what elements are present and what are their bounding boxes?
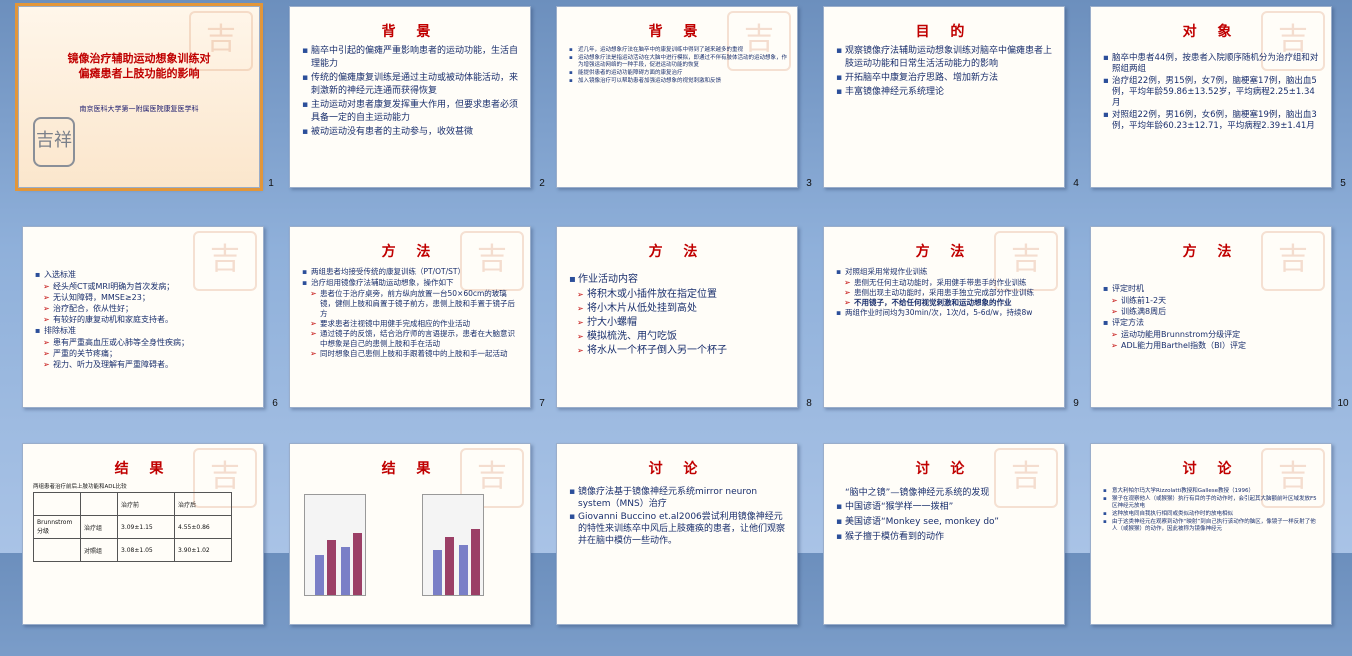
slide-title: 目 的 — [915, 24, 973, 40]
slide-thumbnail-12[interactable]: 吉 结 果 — [289, 443, 555, 656]
slide-body: 对照组采用常规作业训练 患侧无任何主动功能时，采用健手带患手的作业训练 患侧出现… — [836, 267, 1054, 319]
slide-title: 结 果 — [114, 461, 172, 477]
bar-chart-thumbnail — [422, 494, 484, 596]
chart-bar — [353, 533, 362, 595]
slide-14[interactable]: 吉 讨 论 “脑中之镜”—镜像神经元系统的发现 中国谚语“猴学样一一拨相” 美国… — [823, 443, 1065, 625]
slide-1[interactable]: 吉 镜像治疗辅助运动想象训练对 偏瘫患者上肢功能的影响 南京医科大学第一附属医院… — [15, 3, 263, 191]
slide-title: 镜像治疗辅助运动想象训练对 偏瘫患者上肢功能的影响 — [67, 52, 211, 80]
slide-number: 6 — [272, 398, 278, 409]
affiliation: 南京医科大学第一附属医院康复医学科 — [79, 105, 199, 113]
slide-thumbnail-2[interactable]: 背 景 脑卒中引起的偏瘫严重影响患者的运动功能，生活自理能力 传统的偏瘫康复训练… — [289, 6, 555, 219]
slide-body: 镜像疗法基于镜像神经元系统mirror neuron system（MNS）治疗… — [569, 486, 787, 548]
slide-number: 3 — [806, 178, 812, 189]
slide-thumbnail-6[interactable]: 吉 入选标准 经头颅CT或MRI明确为首次发病； 无认知障碍，MMSE≥23； … — [22, 226, 288, 439]
slide-title: 讨 论 — [1182, 461, 1240, 477]
slide-8[interactable]: 方 法 作业活动内容 将积木或小插件放在指定位置 将小木片从低处挂到高处 拧大小… — [556, 226, 798, 408]
chart-bar — [433, 550, 442, 595]
slide-title: 结 果 — [381, 461, 439, 477]
slide-title: 讨 论 — [915, 461, 973, 477]
slide-9[interactable]: 吉 方 法 对照组采用常规作业训练 患侧无任何主动功能时，采用健手带患手的作业训… — [823, 226, 1065, 408]
slide-number: 10 — [1337, 398, 1349, 409]
bar-chart-thumbnail — [304, 494, 366, 596]
chart-bar — [471, 529, 480, 595]
slide-thumbnail-7[interactable]: 吉 方 法 两组患者均接受传统的康复训练（PT/OT/ST） 治疗组用镜像疗法辅… — [289, 226, 555, 439]
slide-thumbnail-11[interactable]: 吉 结 果 两组患者治疗前后上肢功能和ADL比较 治疗前 治疗后 Brunnstr… — [22, 443, 288, 656]
slide-4[interactable]: 目 的 观察镜像疗法辅助运动想象训练对脑卒中偏瘫患者上肢运动功能和日常生活活动能… — [823, 6, 1065, 188]
slide-6[interactable]: 吉 入选标准 经头颅CT或MRI明确为首次发病； 无认知障碍，MMSE≥23； … — [22, 226, 264, 408]
slide-number: 9 — [1073, 398, 1079, 409]
slide-title: 方 法 — [1182, 244, 1240, 260]
slide-number: 2 — [539, 178, 545, 189]
slide-thumbnail-13[interactable]: 讨 论 镜像疗法基于镜像神经元系统mirror neuron system（MN… — [556, 443, 822, 656]
slide-number: 1 — [268, 178, 274, 189]
slide-thumbnail-15[interactable]: 吉 讨 论 意大利帕尔玛大学Rizzolatti教授和Gallese教授（199… — [1090, 443, 1352, 656]
slide-thumbnail-8[interactable]: 方 法 作业活动内容 将积木或小插件放在指定位置 将小木片从低处挂到高处 拧大小… — [556, 226, 822, 439]
slide-title: 方 法 — [915, 244, 973, 260]
chart-bar — [445, 537, 454, 595]
slide-body: 意大利帕尔玛大学Rizzolatti教授和Gallese教授（1996） 猴子在… — [1103, 488, 1321, 534]
chart-bar — [315, 555, 324, 595]
slide-body: 脑卒中患者44例，按患者入院顺序随机分为治疗组和对照组两组 治疗组22例，男15… — [1103, 53, 1321, 133]
slide-10[interactable]: 吉 方 法 评定时机 训练前1-2天 训练满8周后 评定方法 运动功能用Brun… — [1090, 226, 1332, 408]
slide-number: 5 — [1340, 178, 1346, 189]
slide-title: 方 法 — [381, 244, 439, 260]
slide-3[interactable]: 吉 背 景 近几年，运动想象疗法在脑卒中的康复训练中得到了越来越多的重视 运动想… — [556, 6, 798, 188]
slide-13[interactable]: 讨 论 镜像疗法基于镜像神经元系统mirror neuron system（MN… — [556, 443, 798, 625]
slide-thumbnail-14[interactable]: 吉 讨 论 “脑中之镜”—镜像神经元系统的发现 中国谚语“猴学样一一拨相” 美国… — [823, 443, 1089, 656]
slide-body: 评定时机 训练前1-2天 训练满8周后 评定方法 运动功能用Brunnstrom… — [1103, 283, 1321, 351]
seal-logo: 吉祥 — [33, 117, 75, 167]
slide-body: 两组患者均接受传统的康复训练（PT/OT/ST） 治疗组用镜像疗法辅助运动想象，… — [302, 267, 520, 359]
results-table: 治疗前 治疗后 Brunnstrom分级 治疗组 3.09±1.15 4.55±0.86… — [33, 492, 232, 562]
slide-number: 7 — [539, 398, 545, 409]
slide-thumbnail-5[interactable]: 吉 对 象 脑卒中患者44例，按患者入院顺序随机分为治疗组和对照组两组 治疗组2… — [1090, 6, 1352, 219]
slide-15[interactable]: 吉 讨 论 意大利帕尔玛大学Rizzolatti教授和Gallese教授（199… — [1090, 443, 1332, 625]
slide-thumbnail-4[interactable]: 目 的 观察镜像疗法辅助运动想象训练对脑卒中偏瘫患者上肢运动功能和日常生活活动能… — [823, 6, 1089, 219]
slide-title: 对 象 — [1182, 24, 1240, 40]
slide-body: 观察镜像疗法辅助运动想象训练对脑卒中偏瘫患者上肢运动功能和日常生活活动能力的影响… — [836, 45, 1054, 100]
slide-body: 作业活动内容 将积木或小插件放在指定位置 将小木片从低处挂到高处 拧大小螺帽 模… — [569, 273, 787, 358]
slide-body: 入选标准 经头颅CT或MRI明确为首次发病； 无认知障碍，MMSE≥23； 治疗… — [35, 269, 253, 370]
table-caption: 两组患者治疗前后上肢功能和ADL比较 — [33, 484, 127, 490]
slide-title: 背 景 — [381, 24, 439, 40]
slide-number: 8 — [806, 398, 812, 409]
slide-11[interactable]: 吉 结 果 两组患者治疗前后上肢功能和ADL比较 治疗前 治疗后 Brunnstr… — [22, 443, 264, 625]
slide-body: “脑中之镜”—镜像神经元系统的发现 中国谚语“猴学样一一拨相” 美国谚语“Mon… — [836, 486, 1054, 545]
slide-5[interactable]: 吉 对 象 脑卒中患者44例，按患者入院顺序随机分为治疗组和对照组两组 治疗组2… — [1090, 6, 1332, 188]
slide-2[interactable]: 背 景 脑卒中引起的偏瘫严重影响患者的运动功能，生活自理能力 传统的偏瘫康复训练… — [289, 6, 531, 188]
slide-thumbnail-3[interactable]: 吉 背 景 近几年，运动想象疗法在脑卒中的康复训练中得到了越来越多的重视 运动想… — [556, 6, 822, 219]
chart-bar — [327, 540, 336, 595]
slide-title: 讨 论 — [648, 461, 706, 477]
slide-number: 4 — [1073, 178, 1079, 189]
slide-title: 背 景 — [648, 24, 706, 40]
slide-7[interactable]: 吉 方 法 两组患者均接受传统的康复训练（PT/OT/ST） 治疗组用镜像疗法辅… — [289, 226, 531, 408]
slide-title: 方 法 — [648, 244, 706, 260]
chart-bar — [341, 547, 350, 595]
slide-thumbnail-10[interactable]: 吉 方 法 评定时机 训练前1-2天 训练满8周后 评定方法 运动功能用Brun… — [1090, 226, 1352, 439]
slide-thumbnail-9[interactable]: 吉 方 法 对照组采用常规作业训练 患侧无任何主动功能时，采用健手带患手的作业训… — [823, 226, 1089, 439]
slide-12[interactable]: 吉 结 果 — [289, 443, 531, 625]
slide-body: 脑卒中引起的偏瘫严重影响患者的运动功能，生活自理能力 传统的偏瘫康复训练是通过主… — [302, 45, 520, 140]
slide-thumbnail-1[interactable]: 吉 镜像治疗辅助运动想象训练对 偏瘫患者上肢功能的影响 南京医科大学第一附属医院… — [15, 3, 284, 219]
slide-body: 近几年，运动想象疗法在脑卒中的康复训练中得到了越来越多的重视 运动想象疗法是指运… — [569, 47, 787, 86]
seal-watermark-icon: 吉 — [1261, 231, 1325, 291]
